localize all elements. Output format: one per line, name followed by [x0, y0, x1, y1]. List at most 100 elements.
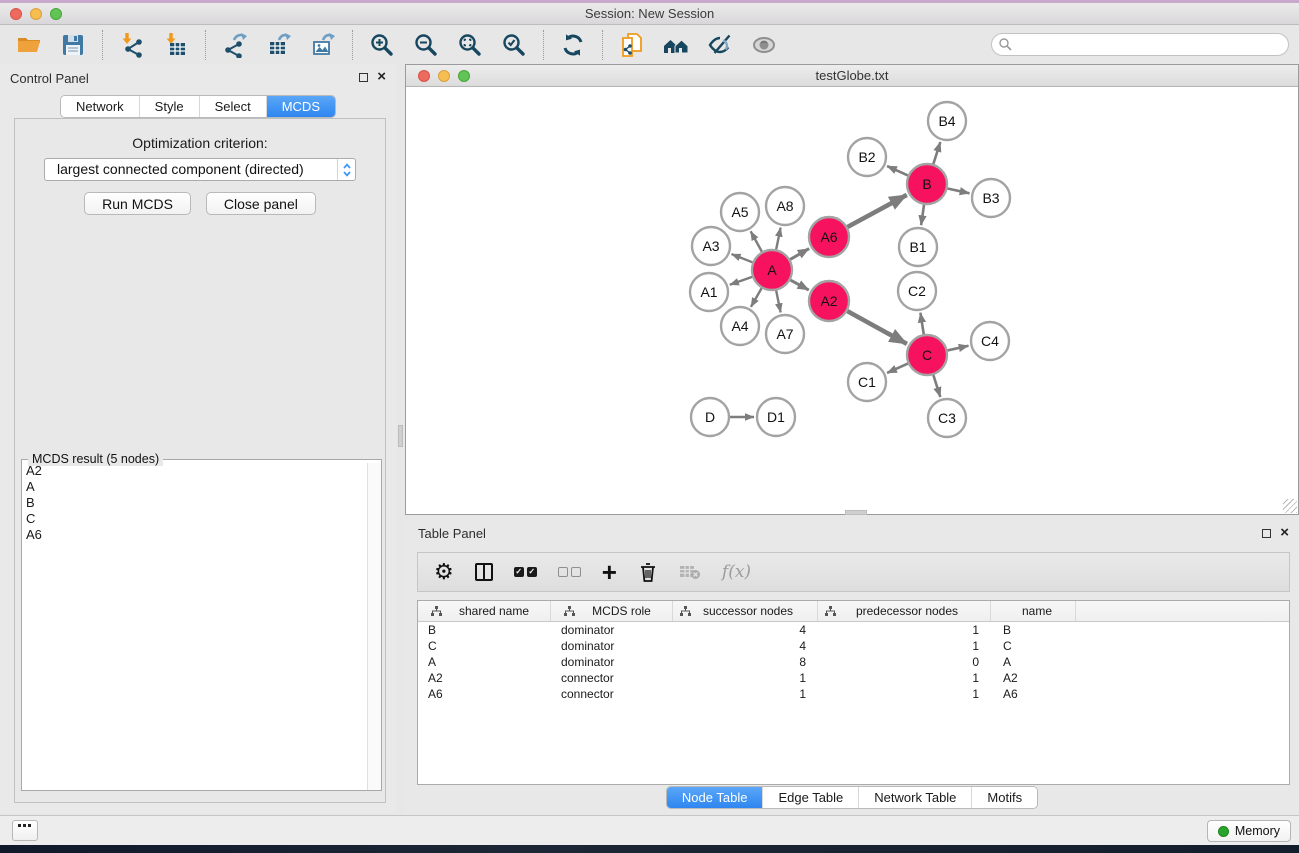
graph-node-B4[interactable]: B4	[928, 102, 966, 140]
graph-edge-A-A3[interactable]	[731, 254, 752, 262]
select-all-icon[interactable]: ✓✓	[514, 559, 537, 585]
create-column-icon[interactable]: +	[602, 559, 617, 585]
graph-node-C4[interactable]: C4	[971, 322, 1009, 360]
graph-node-A3[interactable]: A3	[692, 227, 730, 265]
graph-node-A4[interactable]: A4	[721, 307, 759, 345]
mcds-result-item[interactable]: C	[22, 511, 366, 527]
table-settings-icon[interactable]: ⚙	[434, 559, 454, 585]
graph-edge-A-A5[interactable]	[751, 231, 762, 251]
mcds-result-item[interactable]: A2	[22, 463, 366, 479]
graph-edge-A2-C[interactable]	[847, 311, 906, 344]
show-panels-list-icon[interactable]	[12, 820, 38, 841]
horizontal-splitter-handle[interactable]	[845, 510, 867, 515]
zoom-network-window-button[interactable]	[458, 70, 470, 82]
graph-node-D1[interactable]: D1	[757, 398, 795, 436]
zoom-fit-icon[interactable]	[455, 30, 485, 60]
table-row[interactable]: Cdominator41C	[418, 638, 1289, 654]
control-tab-network[interactable]: Network	[61, 96, 139, 117]
graph-edge-A-A4[interactable]	[751, 288, 762, 307]
hide-graphics-details-icon[interactable]	[705, 30, 735, 60]
control-tab-select[interactable]: Select	[199, 96, 266, 117]
memory-button[interactable]: Memory	[1207, 820, 1291, 842]
graph-edge-C-C1[interactable]	[887, 364, 908, 373]
graph-node-C[interactable]: C	[907, 335, 947, 375]
graph-node-C2[interactable]: C2	[898, 272, 936, 310]
graph-edge-B-B3[interactable]	[948, 188, 970, 193]
graph-edge-A-A6[interactable]	[790, 249, 809, 260]
graph-node-D[interactable]: D	[691, 398, 729, 436]
zoom-window-button[interactable]	[50, 8, 62, 20]
mcds-result-item[interactable]: B	[22, 495, 366, 511]
export-image-icon[interactable]	[308, 30, 338, 60]
column-header-successor-nodes[interactable]: successor nodes	[673, 601, 818, 621]
graph-edge-A-A7[interactable]	[776, 291, 780, 313]
graph-node-A2[interactable]: A2	[809, 281, 849, 321]
table-row[interactable]: A2connector11A2	[418, 670, 1289, 686]
graph-node-A8[interactable]: A8	[766, 187, 804, 225]
float-table-panel-icon[interactable]	[1262, 529, 1271, 538]
table-row[interactable]: Adominator80A	[418, 654, 1289, 670]
graph-edge-C-C2[interactable]	[920, 313, 923, 335]
minimize-network-window-button[interactable]	[438, 70, 450, 82]
export-network-icon[interactable]	[220, 30, 250, 60]
network-graph[interactable]: B4B2BB3B1A5A8A6A3AA1A2C2A4A7C4CC1C3DD1	[406, 87, 1298, 514]
export-table-icon[interactable]	[264, 30, 294, 60]
graph-edge-A-A8[interactable]	[776, 228, 780, 250]
float-panel-icon[interactable]	[359, 73, 368, 82]
column-header-predecessor-nodes[interactable]: predecessor nodes	[818, 601, 991, 621]
function-builder-icon[interactable]: f(x)	[722, 559, 751, 585]
toggle-panel-layout-icon[interactable]	[475, 559, 493, 585]
close-panel-icon[interactable]: ×	[377, 72, 386, 82]
birds-eye-view-icon[interactable]	[749, 30, 779, 60]
close-window-button[interactable]	[10, 8, 22, 20]
table-row[interactable]: Bdominator41B	[418, 622, 1289, 638]
new-network-from-file-icon[interactable]	[617, 30, 647, 60]
graph-node-C1[interactable]: C1	[848, 363, 886, 401]
graph-edge-C-C3[interactable]	[933, 375, 940, 397]
close-table-panel-icon[interactable]: ×	[1280, 528, 1289, 538]
table-tab-edge-table[interactable]: Edge Table	[762, 787, 858, 808]
zoom-in-icon[interactable]	[367, 30, 397, 60]
graph-node-A1[interactable]: A1	[690, 273, 728, 311]
table-tab-motifs[interactable]: Motifs	[971, 787, 1037, 808]
deselect-all-icon[interactable]	[558, 559, 581, 585]
graph-edge-A6-B[interactable]	[847, 195, 906, 227]
refresh-icon[interactable]	[558, 30, 588, 60]
table-tab-network-table[interactable]: Network Table	[858, 787, 971, 808]
graph-edge-A-A1[interactable]	[730, 277, 752, 285]
graph-node-A[interactable]: A	[752, 250, 792, 290]
graph-node-C3[interactable]: C3	[928, 399, 966, 437]
delete-table-icon[interactable]	[679, 559, 701, 585]
delete-columns-icon[interactable]	[638, 559, 658, 585]
window-resize-grip[interactable]	[1283, 499, 1297, 513]
import-network-icon[interactable]	[117, 30, 147, 60]
graph-node-B1[interactable]: B1	[899, 228, 937, 266]
control-tab-mcds[interactable]: MCDS	[266, 96, 335, 117]
graph-node-A7[interactable]: A7	[766, 315, 804, 353]
graph-edge-B-B4[interactable]	[933, 142, 940, 164]
graph-node-A5[interactable]: A5	[721, 193, 759, 231]
graph-edge-B-B1[interactable]	[921, 205, 924, 225]
table-row[interactable]: A6connector11A6	[418, 686, 1289, 702]
zoom-selected-icon[interactable]	[499, 30, 529, 60]
vertical-splitter-handle[interactable]	[398, 425, 403, 447]
result-list-scrollbar[interactable]	[367, 463, 381, 790]
search-input[interactable]	[991, 33, 1289, 56]
save-session-icon[interactable]	[58, 30, 88, 60]
open-session-icon[interactable]	[14, 30, 44, 60]
table-tab-node-table[interactable]: Node Table	[667, 787, 763, 808]
mcds-result-item[interactable]: A6	[22, 527, 366, 543]
graph-edge-C-C4[interactable]	[947, 346, 968, 351]
column-header-name[interactable]: name	[991, 601, 1076, 621]
control-tab-style[interactable]: Style	[139, 96, 199, 117]
import-table-icon[interactable]	[161, 30, 191, 60]
graph-node-B3[interactable]: B3	[972, 179, 1010, 217]
home-icon[interactable]	[661, 30, 691, 60]
column-header-shared-name[interactable]: shared name	[418, 601, 551, 621]
close-network-window-button[interactable]	[418, 70, 430, 82]
network-canvas[interactable]: B4B2BB3B1A5A8A6A3AA1A2C2A4A7C4CC1C3DD1	[406, 87, 1298, 514]
zoom-out-icon[interactable]	[411, 30, 441, 60]
graph-node-A6[interactable]: A6	[809, 217, 849, 257]
graph-edge-B-B2[interactable]	[887, 166, 908, 175]
run-mcds-button[interactable]: Run MCDS	[84, 192, 191, 215]
